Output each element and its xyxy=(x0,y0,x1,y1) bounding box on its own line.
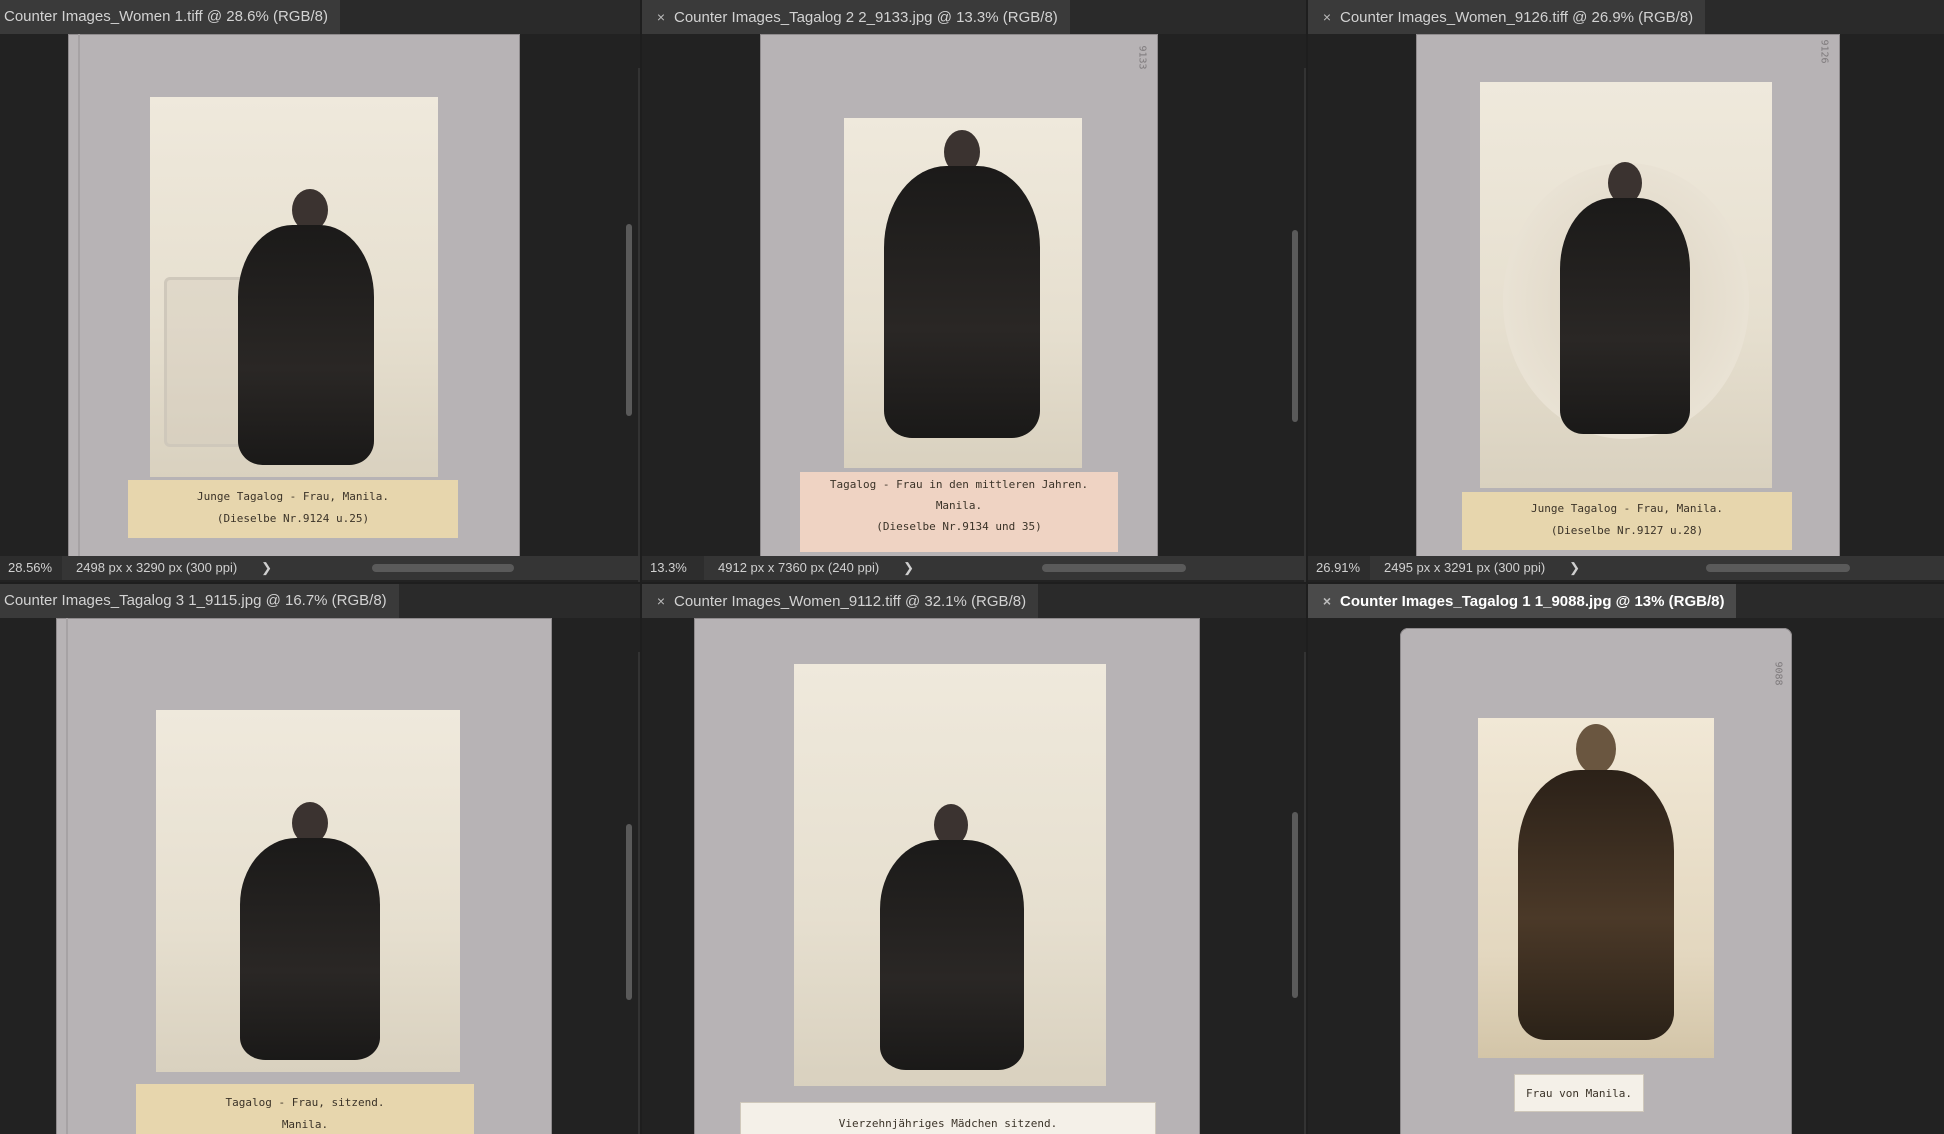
status-bar: 13.3% 4912 px x 7360 px (240 ppi) ❯ xyxy=(642,556,1306,580)
tab-title: Counter Images_Tagalog 2 2_9133.jpg @ 13… xyxy=(674,9,1058,26)
close-icon[interactable]: × xyxy=(1318,0,1336,34)
document-pane-3[interactable]: × Counter Images_Women_9126.tiff @ 26.9% … xyxy=(1308,0,1944,582)
caption-line: Junge Tagalog - Frau, Manila. xyxy=(1530,502,1724,515)
mount-edge xyxy=(66,618,68,1134)
caption-label: Tagalog - Frau in den mittleren Jahren. … xyxy=(800,472,1118,552)
document-pane-6[interactable]: × Counter Images_Tagalog 1 1_9088.jpg @ 1… xyxy=(1308,584,1944,1134)
photograph xyxy=(844,118,1082,468)
figure-body xyxy=(240,838,380,1060)
chevron-right-icon[interactable]: ❯ xyxy=(261,556,272,580)
tab-title: Counter Images_Women_9126.tiff @ 26.9% (… xyxy=(1340,9,1694,26)
vertical-scrollbar[interactable] xyxy=(1290,652,1300,1134)
zoom-level[interactable]: 26.91% xyxy=(1308,556,1370,580)
document-tab-4[interactable]: Counter Images_Tagalog 3 1_9115.jpg @ 16… xyxy=(0,584,399,618)
horizontal-scroll-thumb[interactable] xyxy=(372,564,514,572)
document-dimensions: 2498 px x 3290 px (300 ppi) xyxy=(76,560,238,575)
chair xyxy=(164,277,246,447)
tab-title: Counter Images_Tagalog 1 1_9088.jpg @ 13… xyxy=(1340,593,1725,610)
document-pane-5[interactable]: × Counter Images_Women_9112.tiff @ 32.1% … xyxy=(642,584,1306,1134)
document-tab-2[interactable]: × Counter Images_Tagalog 2 2_9133.jpg @ 1… xyxy=(642,0,1070,34)
photo-mount: 9088 Frau von Manila. xyxy=(1400,628,1792,1134)
caption-line: Manila. xyxy=(935,499,983,512)
caption-line: Tagalog - Frau in den mittleren Jahren. xyxy=(829,478,1089,491)
figure-body xyxy=(1518,770,1674,1040)
vertical-scrollbar[interactable] xyxy=(624,68,634,582)
caption-label: Junge Tagalog - Frau, Manila. (Dieselbe … xyxy=(128,480,458,538)
document-tab-1[interactable]: Counter Images_Women 1.tiff @ 28.6% (RGB… xyxy=(0,0,340,34)
caption-line: (Dieselbe Nr.9127 u.28) xyxy=(1550,524,1704,537)
tab-title: Counter Images_Women_9112.tiff @ 32.1% (… xyxy=(674,593,1027,610)
caption-line: Manila. xyxy=(281,1118,329,1131)
pane-divider xyxy=(1304,652,1306,1134)
tab-title: Counter Images_Women 1.tiff @ 28.6% (RGB… xyxy=(4,8,328,25)
document-canvas[interactable]: Vierzehnjähriges Mädchen sitzend. xyxy=(642,618,1306,1134)
figure-body xyxy=(884,166,1040,438)
scroll-thumb[interactable] xyxy=(626,824,632,1000)
pane-divider xyxy=(638,68,640,582)
caption-label: Frau von Manila. xyxy=(1514,1074,1644,1112)
mount-edge xyxy=(78,34,80,558)
document-tab-6[interactable]: × Counter Images_Tagalog 1 1_9088.jpg @ 1… xyxy=(1308,584,1737,618)
corner-number: 9088 xyxy=(1772,661,1784,686)
tab-title: Counter Images_Tagalog 3 1_9115.jpg @ 16… xyxy=(4,592,387,609)
photo-mount: 9126 Junge Tagalog - Frau, Manila. (Dies… xyxy=(1416,34,1840,558)
horizontal-scroll-thumb[interactable] xyxy=(1042,564,1186,572)
horizontal-scroll-thumb[interactable] xyxy=(1706,564,1850,572)
close-icon[interactable]: × xyxy=(1318,584,1336,618)
close-icon[interactable]: × xyxy=(652,0,670,34)
document-canvas[interactable]: 9126 Junge Tagalog - Frau, Manila. (Dies… xyxy=(1308,34,1944,582)
document-dimensions: 2495 px x 3291 px (300 ppi) xyxy=(1384,560,1546,575)
document-tab-3[interactable]: × Counter Images_Women_9126.tiff @ 26.9% … xyxy=(1308,0,1706,34)
scroll-thumb[interactable] xyxy=(626,224,632,416)
scroll-thumb[interactable] xyxy=(1292,230,1298,422)
document-pane-1[interactable]: Counter Images_Women 1.tiff @ 28.6% (RGB… xyxy=(0,0,640,582)
document-dimensions: 4912 px x 7360 px (240 ppi) xyxy=(718,560,880,575)
caption-label: Vierzehnjähriges Mädchen sitzend. xyxy=(740,1102,1156,1134)
caption-line: Vierzehnjähriges Mädchen sitzend. xyxy=(838,1117,1058,1130)
caption-line: (Dieselbe Nr.9134 und 35) xyxy=(876,520,1042,533)
photo-mount: Tagalog - Frau, sitzend. Manila. xyxy=(56,618,552,1134)
corner-number: 9126 xyxy=(1818,39,1830,64)
close-icon[interactable]: × xyxy=(652,584,670,618)
pane-divider xyxy=(1304,68,1306,582)
scroll-thumb[interactable] xyxy=(1292,812,1298,998)
chevron-right-icon[interactable]: ❯ xyxy=(903,556,914,580)
chevron-right-icon[interactable]: ❯ xyxy=(1569,556,1580,580)
zoom-level[interactable]: 13.3% xyxy=(642,556,704,580)
zoom-level[interactable]: 28.56% xyxy=(0,556,62,580)
caption-line: Junge Tagalog - Frau, Manila. xyxy=(196,490,390,503)
document-pane-4[interactable]: Counter Images_Tagalog 3 1_9115.jpg @ 16… xyxy=(0,584,640,1134)
photograph xyxy=(156,710,460,1072)
photo-mount: 9133 Tagalog - Frau in den mittleren Jah… xyxy=(760,34,1158,558)
status-bar: 26.91% 2495 px x 3291 px (300 ppi) ❯ xyxy=(1308,556,1944,580)
caption-line: (Dieselbe Nr.9124 u.25) xyxy=(216,512,370,525)
caption-label: Junge Tagalog - Frau, Manila. (Dieselbe … xyxy=(1462,492,1792,550)
vertical-scrollbar[interactable] xyxy=(1290,68,1300,582)
caption-line: Frau von Manila. xyxy=(1526,1087,1632,1100)
photo-mount: Vierzehnjähriges Mädchen sitzend. xyxy=(694,618,1200,1134)
figure-head xyxy=(1576,724,1616,774)
corner-number: 9133 xyxy=(1136,45,1148,70)
photograph xyxy=(1480,82,1772,488)
photo-mount: Junge Tagalog - Frau, Manila. (Dieselbe … xyxy=(68,34,520,558)
document-canvas[interactable]: 9133 Tagalog - Frau in den mittleren Jah… xyxy=(642,34,1306,582)
pane-divider xyxy=(638,652,640,1134)
photograph xyxy=(794,664,1106,1086)
document-pane-2[interactable]: × Counter Images_Tagalog 2 2_9133.jpg @ 1… xyxy=(642,0,1306,582)
figure-body xyxy=(880,840,1024,1070)
figure-body xyxy=(1560,198,1690,434)
status-bar: 28.56% 2498 px x 3290 px (300 ppi) ❯ xyxy=(0,556,640,580)
document-canvas[interactable]: 9088 Frau von Manila. xyxy=(1308,618,1944,1134)
document-tab-5[interactable]: × Counter Images_Women_9112.tiff @ 32.1% … xyxy=(642,584,1039,618)
document-canvas[interactable]: Junge Tagalog - Frau, Manila. (Dieselbe … xyxy=(0,34,640,582)
vertical-scrollbar[interactable] xyxy=(624,652,634,1134)
figure-body xyxy=(238,225,374,465)
caption-line: Tagalog - Frau, sitzend. xyxy=(225,1096,385,1109)
vertical-scrollbar xyxy=(1928,68,1938,582)
photograph xyxy=(1478,718,1714,1058)
document-canvas[interactable]: Tagalog - Frau, sitzend. Manila. xyxy=(0,618,640,1134)
photograph xyxy=(150,97,438,477)
caption-label: Tagalog - Frau, sitzend. Manila. xyxy=(136,1084,474,1134)
